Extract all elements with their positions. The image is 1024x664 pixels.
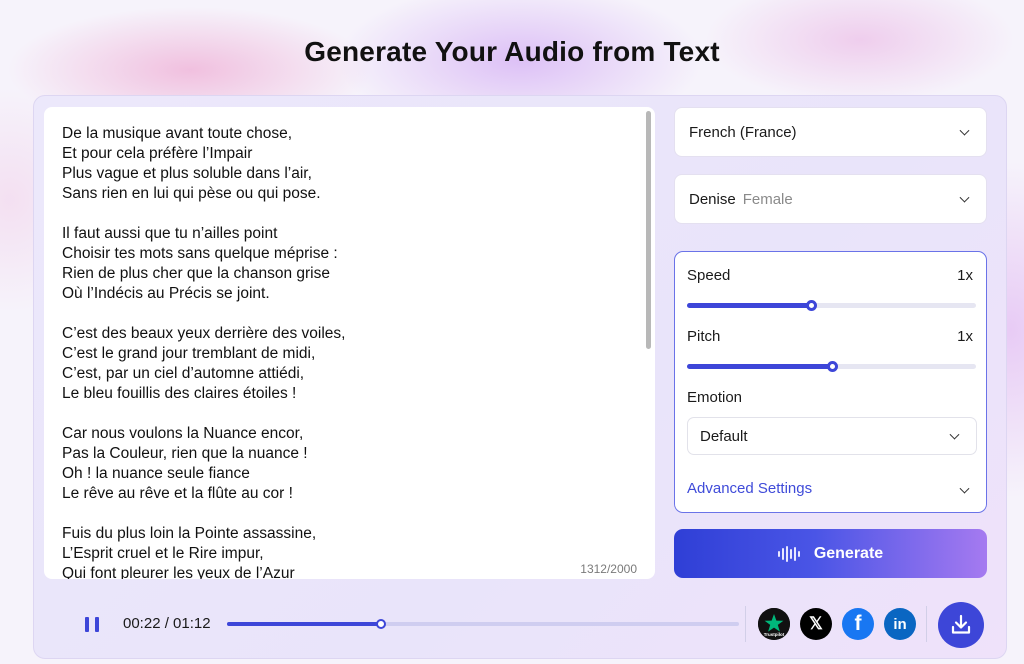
character-count: 1312/2000	[580, 562, 637, 576]
text-scrollbar[interactable]	[646, 111, 651, 349]
download-button[interactable]	[938, 602, 984, 648]
pitch-slider-thumb[interactable]	[826, 361, 838, 372]
voice-select[interactable]: Denise Female	[674, 174, 987, 224]
language-select[interactable]: French (France)	[674, 107, 987, 157]
speed-slider-fill	[687, 303, 812, 308]
pitch-value: 1x	[957, 328, 973, 345]
emotion-select[interactable]: Default	[687, 417, 977, 455]
speed-value: 1x	[957, 267, 973, 284]
text-input-area[interactable]: De la musique avant toute chose, Et pour…	[44, 107, 655, 579]
pause-icon-bar	[95, 617, 99, 632]
chevron-down-icon	[949, 429, 960, 440]
playback-time: 00:22 / 01:12	[123, 615, 211, 632]
pitch-label: Pitch	[687, 328, 721, 345]
pitch-slider[interactable]	[687, 361, 976, 372]
divider	[745, 606, 746, 642]
emotion-label: Emotion	[687, 389, 743, 406]
trustpilot-icon[interactable]: Trustpilot	[758, 608, 790, 640]
voice-gender: Female	[742, 190, 793, 208]
divider	[926, 606, 927, 642]
trustpilot-label: Trustpilot	[764, 632, 785, 637]
language-select-value: French (France)	[689, 123, 797, 141]
chevron-down-icon	[959, 192, 970, 203]
speed-slider[interactable]	[687, 300, 976, 311]
speed-label: Speed	[687, 267, 731, 284]
playback-progress[interactable]	[227, 619, 739, 629]
linkedin-icon[interactable]: in	[884, 608, 916, 640]
x-icon[interactable]: 𝕏	[800, 608, 832, 640]
advanced-settings-toggle[interactable]: Advanced Settings	[687, 480, 812, 497]
playback-progress-thumb[interactable]	[375, 619, 386, 629]
chevron-down-icon	[959, 125, 970, 136]
voice-name: Denise	[689, 190, 736, 208]
playback-progress-fill	[227, 622, 381, 626]
generate-button-label: Generate	[813, 544, 884, 562]
pause-icon	[85, 617, 89, 632]
text-input-content[interactable]: De la musique avant toute chose, Et pour…	[62, 124, 632, 579]
linkedin-glyph: in	[893, 615, 907, 633]
emotion-select-value: Default	[700, 427, 748, 445]
audio-player: 00:22 / 01:12 Trustpilot 𝕏 f in	[33, 596, 1007, 656]
chevron-down-icon[interactable]	[959, 483, 970, 494]
generate-button[interactable]: Generate	[674, 529, 987, 578]
facebook-icon[interactable]: f	[842, 608, 874, 640]
download-icon	[951, 614, 971, 634]
x-glyph: 𝕏	[809, 614, 823, 633]
speed-slider-thumb[interactable]	[806, 300, 818, 311]
facebook-glyph: f	[854, 612, 862, 635]
page-title: Generate Your Audio from Text	[304, 36, 720, 67]
pitch-slider-fill	[687, 364, 832, 369]
pause-button[interactable]	[85, 617, 101, 633]
voice-settings-card: Speed 1x Pitch 1x Emotion Default Advanc…	[674, 251, 987, 513]
soundwave-icon	[777, 545, 800, 562]
